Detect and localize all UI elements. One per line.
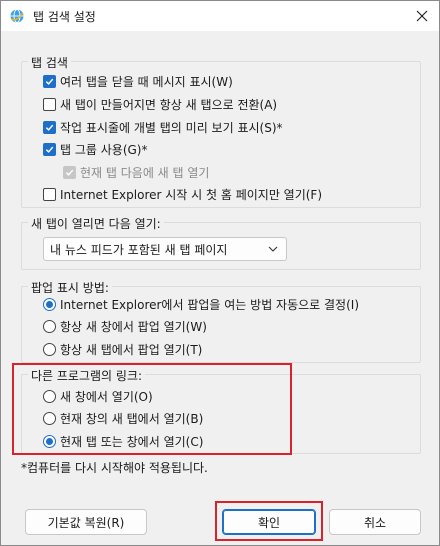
other-programs-group-title: 다른 프로그램의 링크: bbox=[28, 367, 146, 384]
title-bar[interactable]: 탭 검색 설정 bbox=[1, 1, 439, 31]
new-tab-dropdown[interactable]: 내 뉴스 피드가 포함된 새 탭 페이지 bbox=[43, 237, 287, 261]
restore-defaults-button[interactable]: 기본값 복원(R) bbox=[25, 509, 147, 535]
checkbox[interactable] bbox=[43, 97, 56, 111]
option-switch-new-tab[interactable]: 새 탭이 만들어지면 항상 새 탭으로 전환(A) bbox=[43, 95, 277, 113]
checkbox[interactable] bbox=[43, 187, 56, 201]
option-label: 작업 표시줄에 개별 탭의 미리 보기 표시(S)* bbox=[60, 120, 283, 135]
option-taskbar-previews[interactable]: 작업 표시줄에 개별 탭의 미리 보기 표시(S)* bbox=[43, 118, 283, 136]
option-popup-auto[interactable]: Internet Explorer에서 팝업을 여는 방법 자동으로 결정(I) bbox=[43, 295, 359, 313]
option-open-next-to-current: 현재 탭 다음에 새 탭 열기 bbox=[63, 163, 209, 181]
radio[interactable] bbox=[43, 411, 56, 425]
option-link-new-tab[interactable]: 현재 창의 새 탭에서 열기(B) bbox=[43, 409, 203, 427]
option-label: 현재 탭 또는 창에서 열기(C) bbox=[60, 434, 204, 449]
option-first-home-page-only[interactable]: Internet Explorer 시작 시 첫 홈 페이지만 열기(F) bbox=[43, 185, 322, 203]
check-icon bbox=[45, 78, 54, 85]
option-link-current-tab[interactable]: 현재 탭 또는 창에서 열기(C) bbox=[43, 432, 203, 450]
checkbox[interactable] bbox=[43, 74, 56, 88]
option-label: Internet Explorer에서 팝업을 여는 방법 자동으로 결정(I) bbox=[60, 297, 360, 312]
popups-group-title: 팝업 표시 방법: bbox=[28, 279, 112, 296]
cancel-button[interactable]: 취소 bbox=[329, 509, 421, 535]
close-icon bbox=[416, 10, 428, 22]
close-button[interactable] bbox=[405, 1, 439, 31]
checkbox[interactable] bbox=[43, 120, 56, 134]
restart-note: *컴퓨터를 다시 시작해야 적용됩니다. bbox=[21, 461, 208, 475]
option-label: 현재 탭 다음에 새 탭 열기 bbox=[80, 165, 210, 180]
radio[interactable] bbox=[43, 297, 56, 311]
option-label: Internet Explorer 시작 시 첫 홈 페이지만 열기(F) bbox=[60, 187, 323, 202]
new-tab-group-title: 새 탭이 열리면 다음 열기: bbox=[28, 215, 164, 232]
option-label: 새 탭이 만들어지면 항상 새 탭으로 전환(A) bbox=[60, 97, 278, 112]
option-label: 여러 탭을 닫을 때 메시지 표시(W) bbox=[60, 74, 233, 89]
option-tab-groups[interactable]: 탭 그룹 사용(G)* bbox=[43, 140, 148, 158]
option-label: 항상 새 창에서 팝업 열기(W) bbox=[60, 319, 207, 334]
option-popup-new-window[interactable]: 항상 새 창에서 팝업 열기(W) bbox=[43, 317, 207, 335]
radio[interactable] bbox=[43, 434, 56, 448]
option-popup-new-tab[interactable]: 항상 새 탭에서 팝업 열기(T) bbox=[43, 340, 202, 358]
tab-browsing-group-title: 탭 검색 bbox=[28, 54, 71, 71]
radio[interactable] bbox=[43, 389, 56, 403]
radio[interactable] bbox=[43, 319, 56, 333]
option-link-new-window[interactable]: 새 창에서 열기(O) bbox=[43, 387, 153, 405]
radio[interactable] bbox=[43, 342, 56, 356]
option-label: 항상 새 탭에서 팝업 열기(T) bbox=[60, 342, 203, 357]
checkbox[interactable] bbox=[43, 142, 56, 156]
ok-button[interactable]: 확인 bbox=[222, 509, 316, 535]
check-icon bbox=[45, 124, 54, 131]
ie-globe-icon bbox=[10, 9, 24, 23]
checkbox bbox=[63, 165, 76, 179]
window-title: 탭 검색 설정 bbox=[33, 10, 96, 24]
check-icon bbox=[45, 146, 54, 153]
check-icon bbox=[65, 169, 74, 176]
dropdown-value: 내 뉴스 피드가 포함된 새 탭 페이지 bbox=[50, 242, 228, 257]
option-warn-close-tabs[interactable]: 여러 탭을 닫을 때 메시지 표시(W) bbox=[43, 72, 233, 90]
option-label: 새 창에서 열기(O) bbox=[60, 389, 153, 404]
chevron-down-icon bbox=[268, 246, 278, 252]
option-label: 탭 그룹 사용(G)* bbox=[60, 142, 148, 157]
tabbed-browsing-settings-dialog: 탭 검색 설정 탭 검색 여러 탭을 닫을 때 메시지 표시(W) 새 탭이 만… bbox=[0, 0, 440, 546]
option-label: 현재 창의 새 탭에서 열기(B) bbox=[60, 411, 204, 426]
